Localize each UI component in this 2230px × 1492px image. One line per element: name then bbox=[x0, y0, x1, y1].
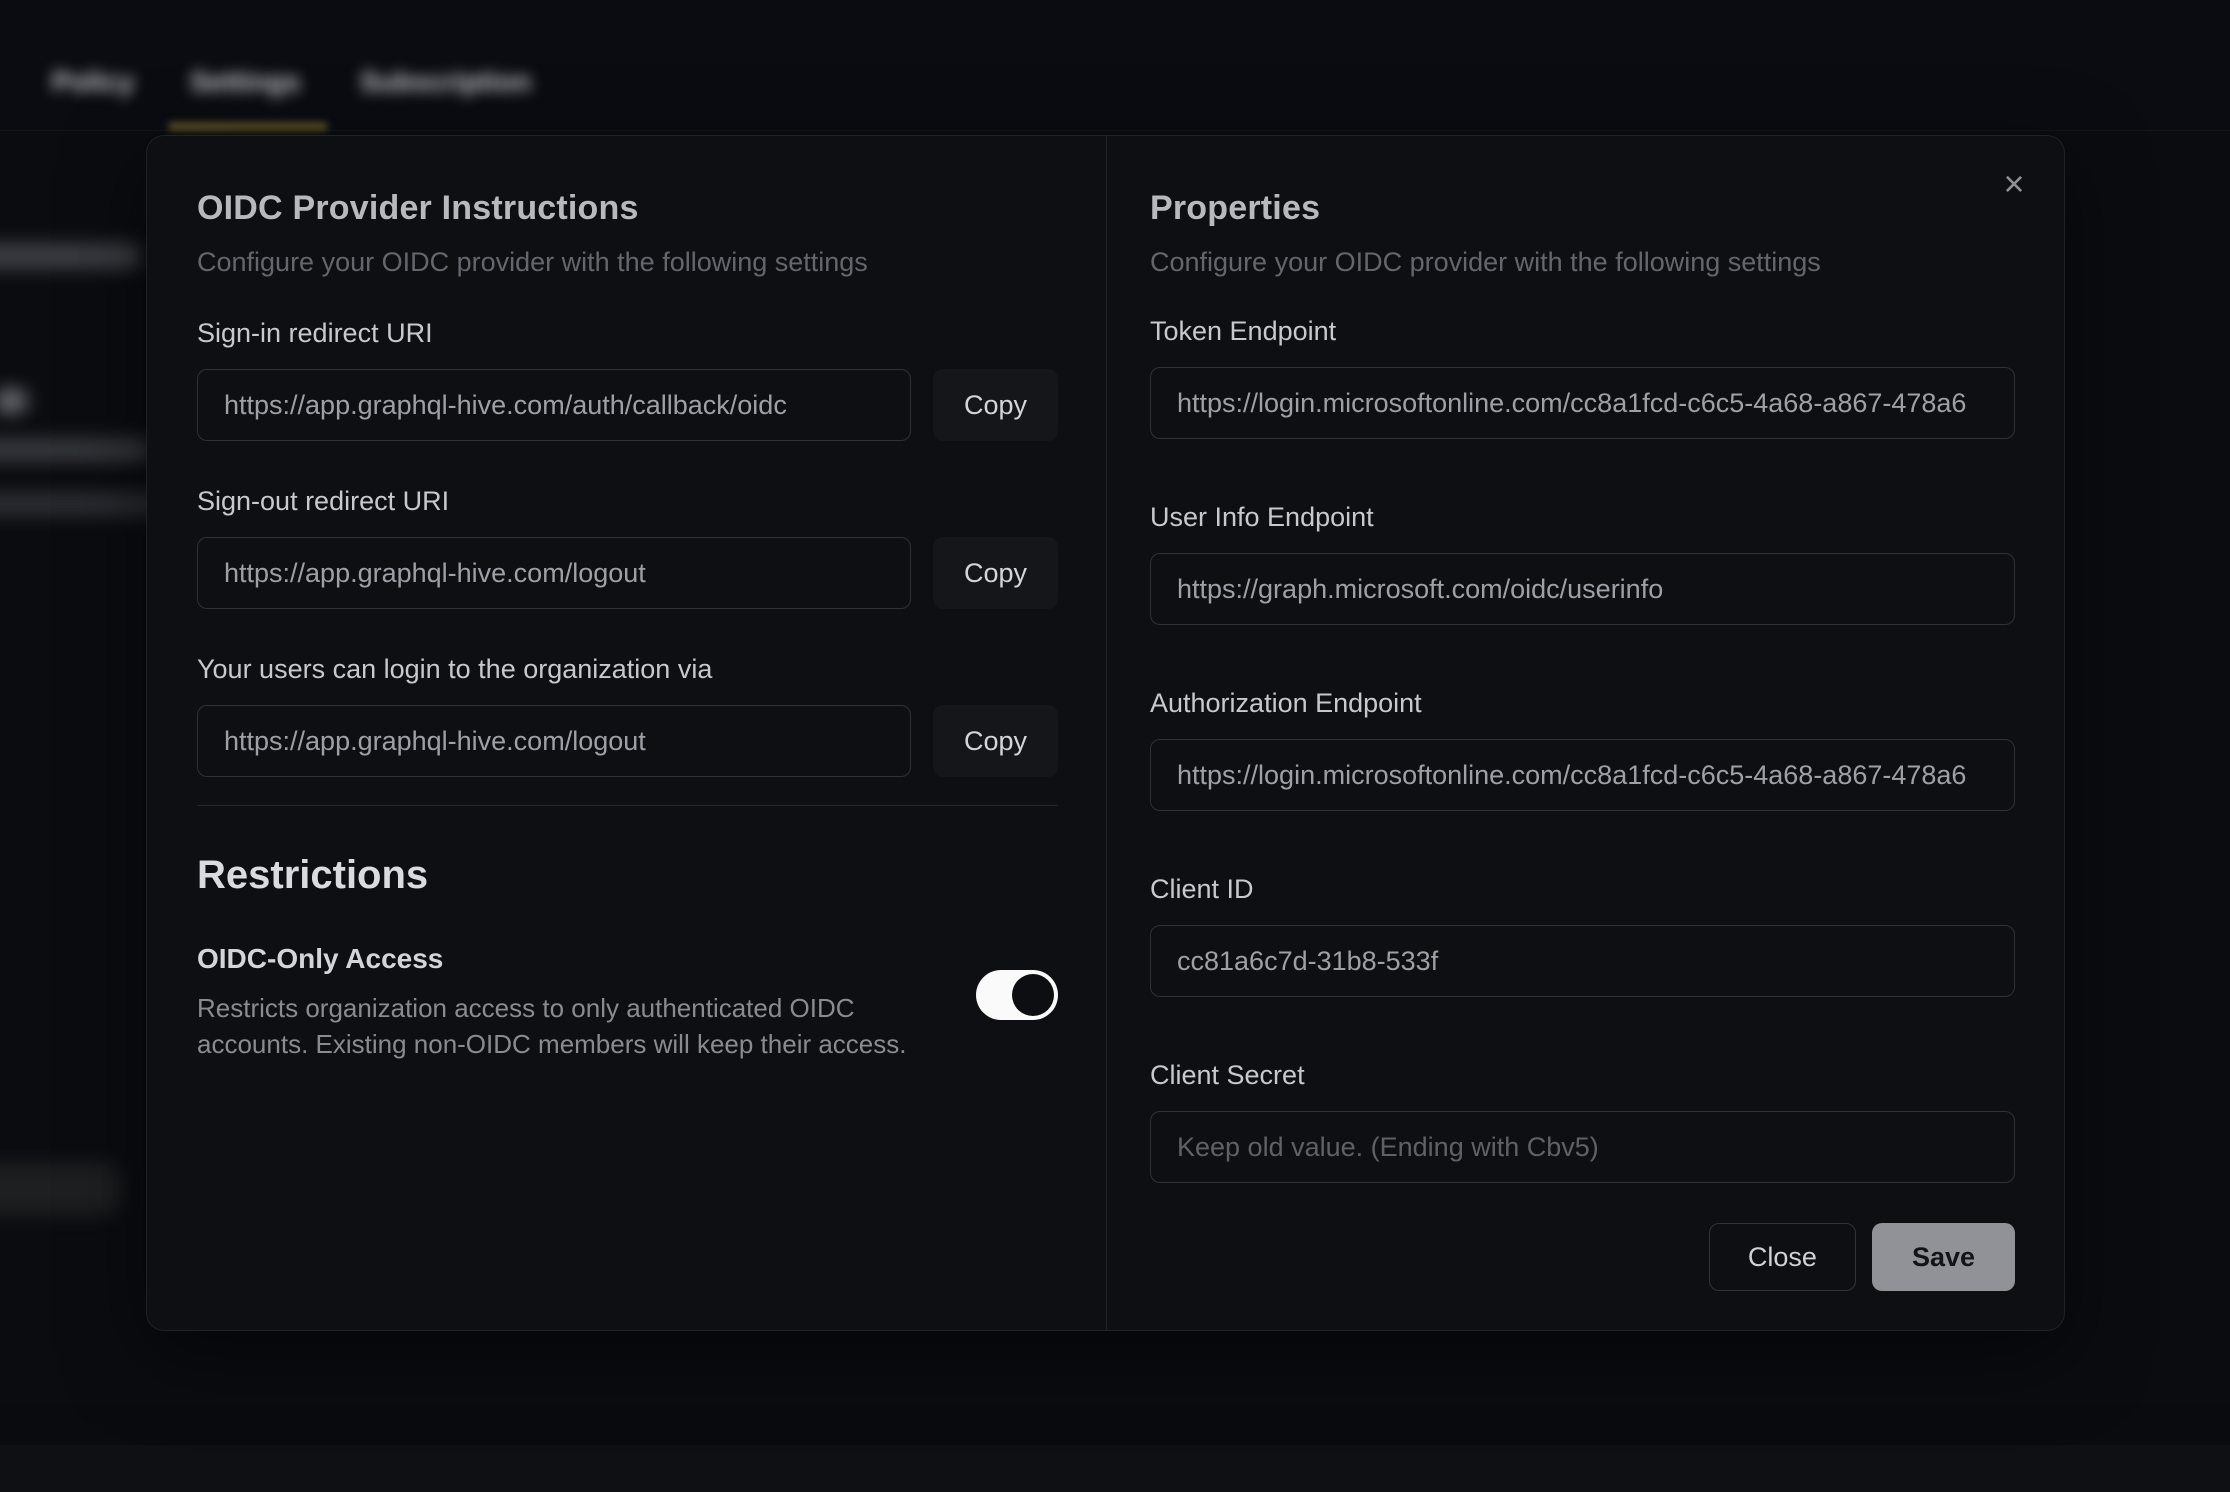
instructions-panel: OIDC Provider Instructions Configure you… bbox=[147, 136, 1106, 1330]
oidc-provider-modal: × OIDC Provider Instructions Configure y… bbox=[146, 135, 2065, 1331]
client-id-input[interactable] bbox=[1150, 925, 2015, 997]
copy-login-url-button[interactable]: Copy bbox=[933, 705, 1058, 777]
token-endpoint-label: Token Endpoint bbox=[1150, 315, 2015, 347]
toggle-thumb bbox=[1012, 974, 1054, 1016]
user-info-endpoint-label: User Info Endpoint bbox=[1150, 501, 2015, 533]
background-band bbox=[0, 1405, 2230, 1445]
client-id-label: Client ID bbox=[1150, 873, 2015, 905]
client-id-field: Client ID bbox=[1150, 873, 2015, 997]
sign-out-redirect-label: Sign-out redirect URI bbox=[197, 485, 1058, 517]
close-button[interactable]: Close bbox=[1709, 1223, 1856, 1291]
client-secret-field: Client Secret bbox=[1150, 1059, 2015, 1183]
user-info-endpoint-input[interactable] bbox=[1150, 553, 2015, 625]
sign-out-redirect-field: Sign-out redirect URI Copy bbox=[197, 485, 1058, 609]
close-icon[interactable]: × bbox=[1994, 164, 2034, 204]
blurred-background-text bbox=[0, 438, 150, 462]
oidc-only-access-description: Restricts organization access to only au… bbox=[197, 990, 937, 1062]
copy-sign-in-redirect-button[interactable]: Copy bbox=[933, 369, 1058, 441]
section-divider bbox=[197, 805, 1058, 806]
modal-actions: Close Save bbox=[1150, 1223, 2015, 1291]
blurred-background-text bbox=[0, 243, 140, 269]
authorization-endpoint-label: Authorization Endpoint bbox=[1150, 687, 2015, 719]
properties-title: Properties bbox=[1150, 188, 2015, 229]
instructions-title: OIDC Provider Instructions bbox=[197, 188, 1058, 229]
login-url-label: Your users can login to the organization… bbox=[197, 653, 1058, 685]
blurred-background-icon bbox=[0, 388, 28, 414]
authorization-endpoint-field: Authorization Endpoint bbox=[1150, 687, 2015, 811]
tab-settings[interactable]: Settings bbox=[190, 66, 300, 98]
oidc-only-access-label: OIDC-Only Access bbox=[197, 942, 937, 976]
token-endpoint-input[interactable] bbox=[1150, 367, 2015, 439]
authorization-endpoint-input[interactable] bbox=[1150, 739, 2015, 811]
blurred-background-button bbox=[0, 1163, 120, 1215]
sign-in-redirect-field: Sign-in redirect URI Copy bbox=[197, 317, 1058, 441]
user-info-endpoint-field: User Info Endpoint bbox=[1150, 501, 2015, 625]
tab-policy[interactable]: Policy bbox=[52, 66, 134, 98]
save-button[interactable]: Save bbox=[1872, 1223, 2015, 1291]
active-tab-underline bbox=[168, 123, 328, 130]
properties-subtitle: Configure your OIDC provider with the fo… bbox=[1150, 243, 2015, 281]
copy-sign-out-redirect-button[interactable]: Copy bbox=[933, 537, 1058, 609]
oidc-only-access-toggle[interactable] bbox=[976, 970, 1058, 1020]
token-endpoint-field: Token Endpoint bbox=[1150, 315, 2015, 439]
background-tabbar: Policy Settings Subscription bbox=[0, 0, 2230, 131]
oidc-only-access-row: OIDC-Only Access Restricts organization … bbox=[197, 942, 1058, 1062]
blurred-background-text bbox=[0, 492, 160, 516]
tab-subscription[interactable]: Subscription bbox=[360, 66, 531, 98]
sign-in-redirect-input[interactable] bbox=[197, 369, 911, 441]
client-secret-label: Client Secret bbox=[1150, 1059, 2015, 1091]
background-band bbox=[0, 1445, 2230, 1492]
sign-in-redirect-label: Sign-in redirect URI bbox=[197, 317, 1058, 349]
instructions-subtitle: Configure your OIDC provider with the fo… bbox=[197, 243, 1058, 281]
login-url-input[interactable] bbox=[197, 705, 911, 777]
restrictions-heading: Restrictions bbox=[197, 852, 1058, 898]
sign-out-redirect-input[interactable] bbox=[197, 537, 911, 609]
client-secret-input[interactable] bbox=[1150, 1111, 2015, 1183]
login-url-field: Your users can login to the organization… bbox=[197, 653, 1058, 777]
properties-panel: Properties Configure your OIDC provider … bbox=[1106, 136, 2064, 1330]
